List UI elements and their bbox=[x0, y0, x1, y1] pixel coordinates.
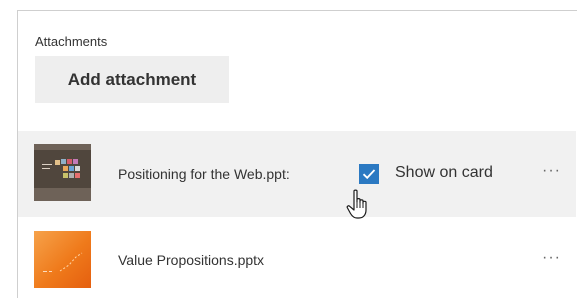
attachments-heading: Attachments bbox=[35, 34, 108, 49]
add-attachment-button[interactable]: Add attachment bbox=[35, 56, 229, 103]
attachment-row[interactable]: Value Propositions.pptx ··· bbox=[18, 219, 576, 305]
show-on-card-label[interactable]: Show on card bbox=[395, 164, 493, 182]
hand-pointer-icon bbox=[346, 189, 367, 219]
checkmark-icon bbox=[362, 169, 376, 180]
presentation-thumbnail-icon bbox=[34, 144, 91, 201]
presentation-thumbnail-icon bbox=[34, 231, 91, 288]
attachment-row[interactable]: Positioning for the Web.ppt: Show on car… bbox=[18, 131, 576, 217]
trend-line-icon bbox=[59, 252, 83, 272]
show-on-card-checkbox[interactable] bbox=[359, 164, 379, 184]
more-options-button[interactable]: ··· bbox=[542, 250, 566, 269]
file-name[interactable]: Positioning for the Web.ppt: bbox=[118, 166, 290, 182]
add-attachment-label: Add attachment bbox=[67, 69, 197, 89]
file-name[interactable]: Value Propositions.pptx bbox=[118, 252, 264, 268]
more-options-button[interactable]: ··· bbox=[542, 163, 566, 182]
